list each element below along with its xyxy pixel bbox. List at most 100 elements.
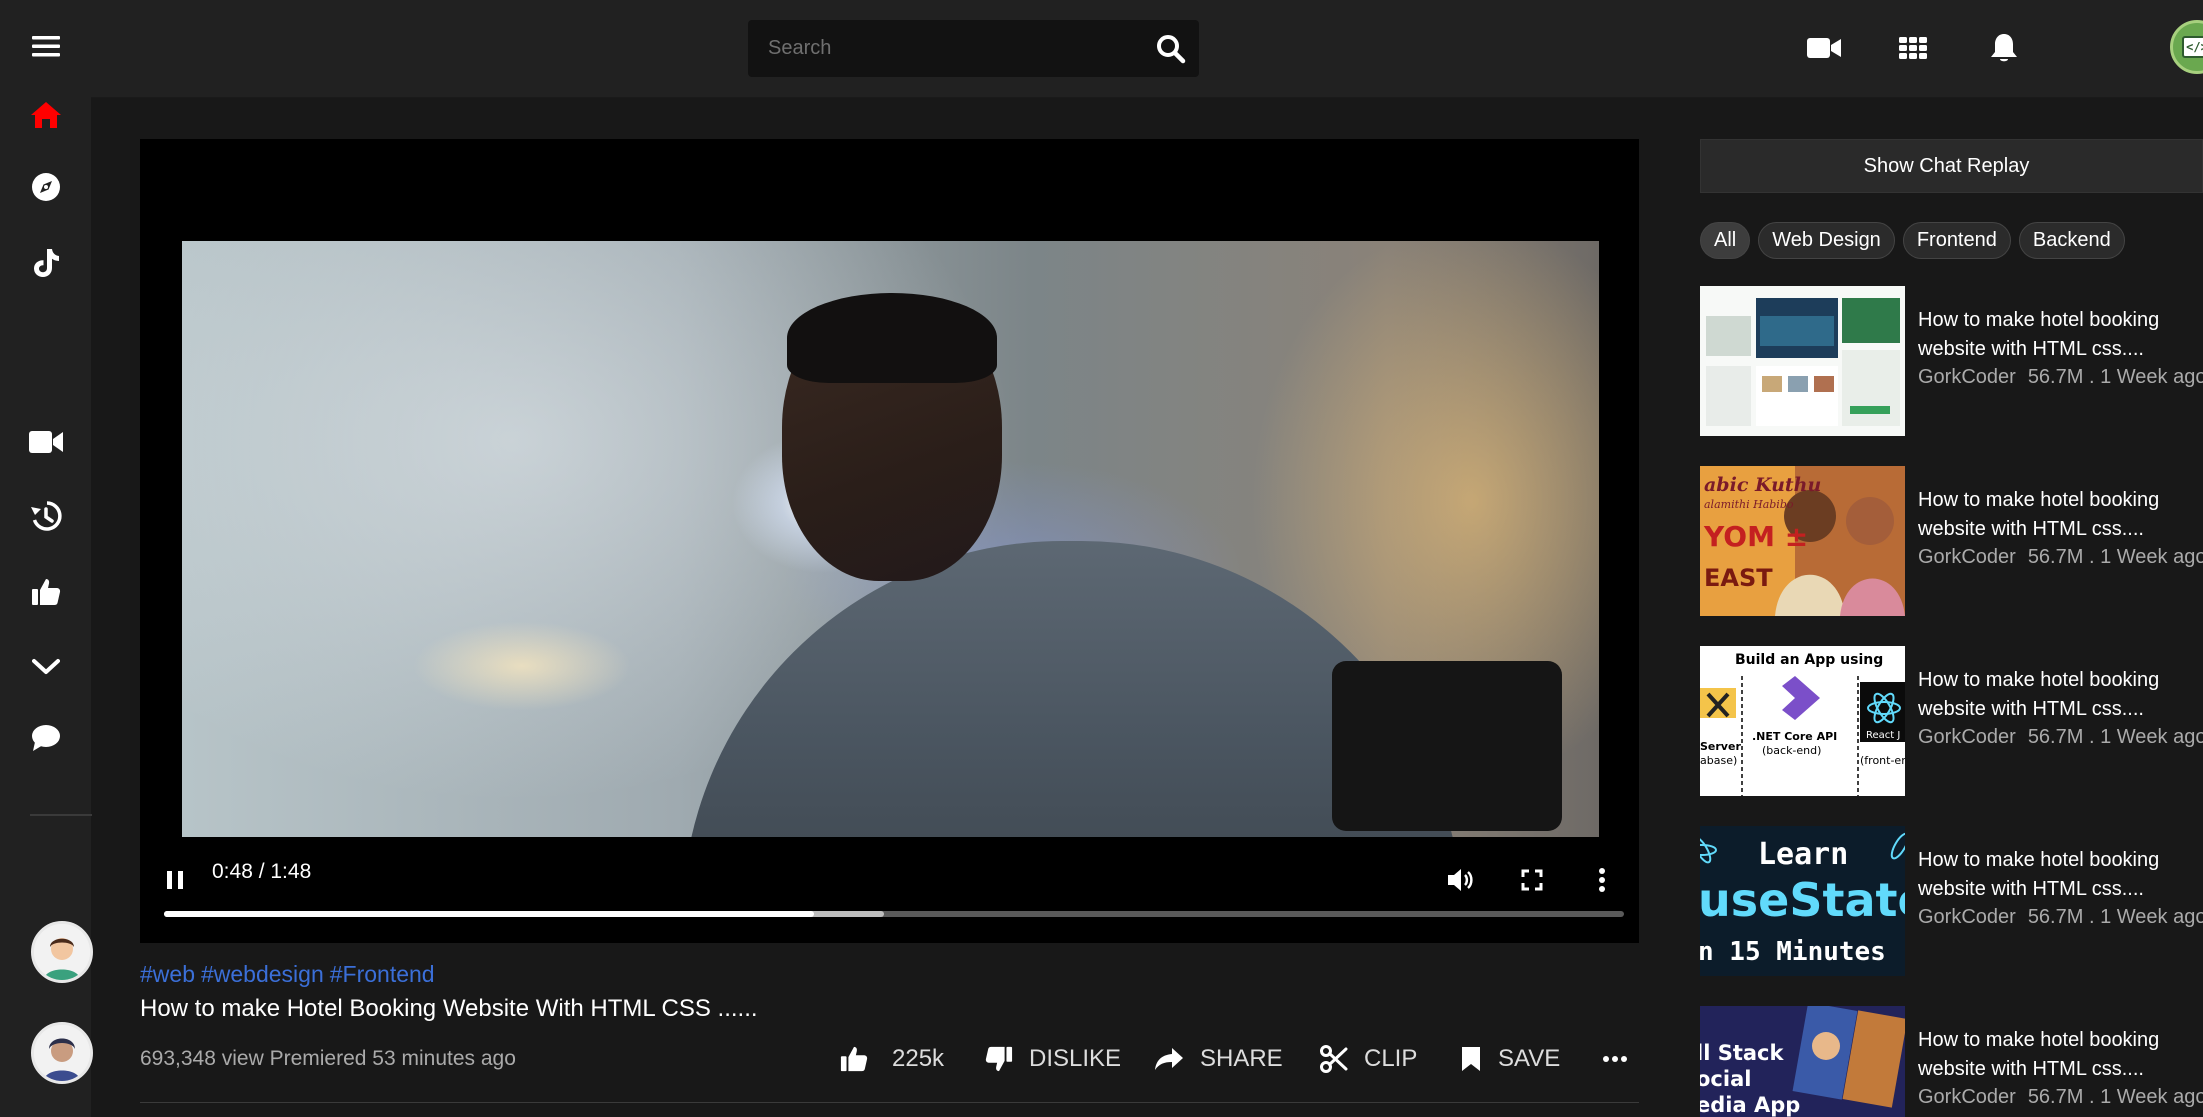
chat-bubble-icon[interactable] xyxy=(28,720,64,756)
recommended-video[interactable]: ll Stack ocial edia App How to make hote… xyxy=(1700,1006,2203,1117)
vertical-dots-icon xyxy=(1599,868,1605,892)
volume-button[interactable] xyxy=(1446,860,1474,900)
search-icon xyxy=(1157,34,1186,63)
recommended-video[interactable]: abic Kuthu alamithi Habibo YOM ± EAST Ho… xyxy=(1700,466,2203,616)
clip-button[interactable]: CLIP xyxy=(1320,1040,1417,1078)
thumbnail-text: Server xyxy=(1700,740,1741,753)
thumbnail-text: Learn xyxy=(1758,837,1848,872)
video-thumbnail[interactable]: abic Kuthu alamithi Habibo YOM ± EAST xyxy=(1700,466,1905,616)
hashtag-link[interactable]: #webdesign xyxy=(201,961,324,987)
recommended-video-meta: GorkCoder 56.7M . 1 Week ago xyxy=(1918,906,2203,929)
horizontal-dots-icon xyxy=(1603,1056,1627,1062)
volume-icon xyxy=(1448,869,1473,891)
recommended-video-title[interactable]: How to make hotel booking website with H… xyxy=(1918,306,2203,364)
pause-icon xyxy=(167,871,183,889)
thumbnail-text: YOM ± xyxy=(1703,520,1808,553)
chevron-down-icon[interactable] xyxy=(28,649,64,685)
avatar[interactable] xyxy=(31,1022,93,1084)
video-thumbnail[interactable]: Build an App using .NET Core API (back-e… xyxy=(1700,646,1905,796)
video-player[interactable] xyxy=(140,139,1639,943)
pause-button[interactable] xyxy=(166,860,184,900)
video-stats: 56.7M . 1 Week ago xyxy=(2027,726,2203,748)
thumbnail-text: .NET Core API xyxy=(1752,730,1837,743)
menu-icon[interactable] xyxy=(28,28,64,64)
search-button[interactable] xyxy=(1143,20,1199,77)
apps-grid-icon[interactable] xyxy=(1893,28,1933,68)
home-icon[interactable] xyxy=(28,97,64,133)
avatar[interactable] xyxy=(31,921,93,983)
fullscreen-button[interactable] xyxy=(1521,860,1543,900)
video-frame[interactable] xyxy=(182,241,1599,837)
more-actions-button[interactable] xyxy=(1602,1040,1628,1078)
view-count: 693,348 view Premiered 53 minutes ago xyxy=(140,1047,516,1070)
channel-name[interactable]: GorkCoder xyxy=(1918,906,2016,928)
channel-name[interactable]: GorkCoder xyxy=(1918,546,2016,568)
channel-name[interactable]: GorkCoder xyxy=(1918,726,2016,748)
figure-hair xyxy=(787,293,997,383)
thumbnail-text: alamithi Habibo xyxy=(1704,498,1794,511)
chip-all[interactable]: All xyxy=(1700,222,1751,259)
save-button[interactable]: SAVE xyxy=(1460,1040,1560,1078)
recommended-video[interactable]: Build an App using .NET Core API (back-e… xyxy=(1700,646,2203,796)
video-title: How to make Hotel Booking Website With H… xyxy=(140,995,758,1022)
more-options-button[interactable] xyxy=(1597,860,1607,900)
code-icon: </> xyxy=(2182,36,2203,58)
search-bar xyxy=(748,20,1199,77)
sidebar xyxy=(0,0,93,1117)
video-thumbnail[interactable]: ll Stack ocial edia App xyxy=(1700,1006,1905,1117)
tiktok-icon[interactable] xyxy=(28,245,64,281)
time-display: 0:48 / 1:48 xyxy=(212,860,312,883)
recommended-video-title[interactable]: How to make hotel booking website with H… xyxy=(1918,666,2203,724)
video-camera-icon[interactable] xyxy=(28,424,64,460)
share-icon xyxy=(1155,1048,1183,1070)
dislike-label: DISLIKE xyxy=(1029,1045,1122,1072)
profile-avatar[interactable]: </> xyxy=(2170,20,2203,74)
video-thumbnail[interactable]: Learn useState n 15 Minutes xyxy=(1700,826,1905,976)
filter-chips: All Web Design Frontend Backend xyxy=(1700,222,2125,259)
recommended-video[interactable]: How to make hotel booking website with H… xyxy=(1700,286,2203,436)
recommended-video-meta: GorkCoder 56.7M . 1 Week ago xyxy=(1918,726,2203,749)
thumbs-up-icon[interactable] xyxy=(28,574,64,610)
thumbnail-text: React J xyxy=(1866,730,1900,741)
chip-frontend[interactable]: Frontend xyxy=(1902,222,2011,259)
dislike-button[interactable]: DISLIKE xyxy=(985,1040,1121,1078)
thumbnail-text: n 15 Minutes xyxy=(1700,937,1886,967)
search-input[interactable] xyxy=(748,20,1143,77)
chip-web-design[interactable]: Web Design xyxy=(1758,222,1895,259)
video-stats: 56.7M . 1 Week ago xyxy=(2027,906,2203,928)
create-video-icon[interactable] xyxy=(1804,28,1844,68)
recommended-video-meta: GorkCoder 56.7M . 1 Week ago xyxy=(1918,366,2203,389)
like-count: 225k xyxy=(892,1045,945,1072)
fullscreen-icon xyxy=(1521,869,1543,891)
video-thumbnail[interactable] xyxy=(1700,286,1905,436)
thumbnail-text: abase) xyxy=(1700,754,1737,767)
thumbnail-text: (back-end) xyxy=(1762,744,1821,757)
save-label: SAVE xyxy=(1498,1045,1561,1072)
chip-backend[interactable]: Backend xyxy=(2018,222,2125,259)
channel-name[interactable]: GorkCoder xyxy=(1918,1086,2016,1108)
thumbnail-text: (front-en xyxy=(1860,754,1905,767)
share-button[interactable]: SHARE xyxy=(1154,1040,1283,1078)
explore-icon[interactable] xyxy=(28,169,64,205)
thumbnail-text: useState xyxy=(1700,873,1905,927)
progress-bar[interactable] xyxy=(164,911,1624,917)
recommended-video-title[interactable]: How to make hotel booking website with H… xyxy=(1918,846,2203,904)
thumbs-down-icon xyxy=(985,1046,1013,1072)
hashtag-list: #web #webdesign #Frontend xyxy=(140,961,441,988)
recommended-video-title[interactable]: How to make hotel booking website with H… xyxy=(1918,1026,2203,1084)
clip-label: CLIP xyxy=(1364,1045,1418,1072)
hashtag-link[interactable]: #Frontend xyxy=(330,961,435,987)
video-stats: 56.7M . 1 Week ago xyxy=(2027,546,2203,568)
recommended-video-title[interactable]: How to make hotel booking website with H… xyxy=(1918,486,2203,544)
history-icon[interactable] xyxy=(28,498,64,534)
top-header: </> xyxy=(91,0,2203,98)
hashtag-link[interactable]: #web xyxy=(140,961,195,987)
show-chat-replay-button[interactable]: Show Chat Replay xyxy=(1700,139,2203,193)
played-bar xyxy=(164,911,814,917)
like-button[interactable]: 225k xyxy=(840,1040,944,1078)
thumbnail-text: Build an App using xyxy=(1735,652,1883,668)
thumbs-up-icon xyxy=(840,1046,868,1072)
notifications-bell-icon[interactable] xyxy=(1984,28,2024,68)
recommended-video[interactable]: Learn useState n 15 Minutes How to make … xyxy=(1700,826,2203,976)
channel-name[interactable]: GorkCoder xyxy=(1918,366,2016,388)
